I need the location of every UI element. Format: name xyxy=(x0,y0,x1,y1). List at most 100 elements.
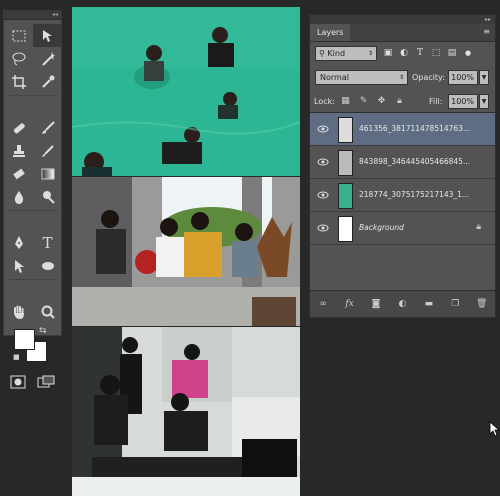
group-photo-image xyxy=(72,177,300,326)
mouse-cursor-icon xyxy=(489,421,500,437)
type-filter-icon[interactable]: T xyxy=(414,46,426,59)
panel-menu-icon[interactable]: ≡ xyxy=(483,27,490,36)
blend-row: Normal ⇕ Opacity: 100% ▼ xyxy=(310,66,495,90)
healing-brush-tool[interactable] xyxy=(4,116,33,139)
lock-icon[interactable]: 🔒︎ xyxy=(476,222,481,232)
tools-collapse-button[interactable]: ◂◂ xyxy=(4,11,61,20)
quick-mask-icon[interactable] xyxy=(10,375,26,389)
bandage-icon xyxy=(13,122,25,133)
layer-name: Background xyxy=(359,223,404,232)
history-brush-tool[interactable] xyxy=(33,139,62,162)
eraser-tool[interactable] xyxy=(4,162,33,185)
eraser-icon xyxy=(12,168,25,179)
opacity-label: Opacity: xyxy=(412,73,445,82)
tab-layers[interactable]: Layers xyxy=(310,24,351,41)
filter-toggle-icon[interactable]: ● xyxy=(462,46,474,59)
lasso-icon xyxy=(12,52,25,65)
type-tool[interactable]: T xyxy=(33,231,62,254)
fill-input[interactable]: 100% xyxy=(448,94,478,109)
crop-tool[interactable] xyxy=(4,70,33,93)
mask-icon[interactable]: ◙ xyxy=(369,299,383,309)
layer-row[interactable]: 218774_3075175217143_1... xyxy=(310,179,495,212)
droplet-icon xyxy=(14,190,23,204)
smart-object-filter-icon[interactable]: ▤ xyxy=(446,46,458,59)
eye-icon[interactable] xyxy=(317,123,329,135)
new-layer-icon[interactable]: ❐ xyxy=(448,299,462,309)
layer-name: 461356_381711478514763... xyxy=(359,124,471,133)
eye-icon[interactable] xyxy=(317,156,329,168)
blend-mode-select[interactable]: Normal ⇕ xyxy=(315,70,408,85)
layers-footer: ∞ fx ◙ ◐ ▬ ❐ 🗑︎ xyxy=(310,290,495,317)
path-selection-tool[interactable] xyxy=(4,254,33,277)
stamp-icon xyxy=(12,144,25,157)
chevron-updown-icon: ⇕ xyxy=(367,50,373,57)
adjustment-icon[interactable]: ◐ xyxy=(395,299,409,309)
image-filter-icon[interactable]: ▣ xyxy=(382,46,394,59)
screen-mode-icon[interactable] xyxy=(37,375,55,389)
canvas-photo-swimming xyxy=(72,7,300,176)
fill-dropdown-icon[interactable]: ▼ xyxy=(479,94,489,109)
layer-row[interactable]: 843898_346445405466845... xyxy=(310,146,495,179)
layers-collapse-button[interactable]: ▸▸ xyxy=(310,15,495,24)
layer-row[interactable]: 461356_381711478514763... xyxy=(310,113,495,146)
layer-thumbnail xyxy=(338,216,353,242)
eye-icon[interactable] xyxy=(317,222,329,234)
rectangular-marquee-tool[interactable] xyxy=(4,24,33,47)
color-swatches: ⇆ ■ xyxy=(4,323,61,369)
tools-divider xyxy=(8,279,58,284)
lock-pixels-icon[interactable]: ✎ xyxy=(358,94,369,107)
shape-filter-icon[interactable]: ⬚ xyxy=(430,46,442,59)
dodge-icon xyxy=(42,190,55,204)
move-icon xyxy=(42,29,52,42)
layer-thumbnail xyxy=(338,183,353,209)
adjustment-filter-icon[interactable]: ◐ xyxy=(398,46,410,59)
layer-thumbnail xyxy=(338,117,353,143)
eyedropper-tool[interactable] xyxy=(33,70,62,93)
brush-tool[interactable] xyxy=(33,116,62,139)
layer-list: 461356_381711478514763... 843898_3464454… xyxy=(310,112,495,293)
lock-row: Lock: ▦ ✎ ✥ 🔒︎ Fill: 100% ▼ xyxy=(310,90,495,114)
lock-transparent-icon[interactable]: ▦ xyxy=(340,94,351,107)
tools-divider xyxy=(8,210,58,215)
kind-filter-select[interactable]: ⚲ Kind ⇕ xyxy=(315,46,377,61)
move-tool[interactable] xyxy=(33,24,62,47)
canvas-photo-group xyxy=(72,177,300,326)
folder-icon[interactable]: ▬ xyxy=(422,299,436,309)
ellipse-tool[interactable] xyxy=(33,254,62,277)
layer-row[interactable]: Background 🔒︎ xyxy=(310,212,495,245)
opacity-input[interactable]: 100% xyxy=(448,70,478,85)
pen-tool[interactable] xyxy=(4,231,33,254)
zoom-icon xyxy=(41,305,55,319)
blur-tool[interactable] xyxy=(4,185,33,208)
eye-icon[interactable] xyxy=(317,189,329,201)
trash-icon[interactable]: 🗑︎ xyxy=(475,299,489,309)
magic-wand-tool[interactable] xyxy=(33,47,62,70)
dodge-tool[interactable] xyxy=(33,185,62,208)
gradient-tool[interactable] xyxy=(33,162,62,185)
lasso-tool[interactable] xyxy=(4,47,33,70)
zoom-tool[interactable] xyxy=(33,300,62,323)
fill-label: Fill: xyxy=(429,97,443,106)
blend-mode-value: Normal xyxy=(320,73,349,82)
layer-name: 843898_346445405466845... xyxy=(359,157,471,166)
hand-tool[interactable] xyxy=(4,300,33,323)
link-icon[interactable]: ∞ xyxy=(316,299,330,309)
type-icon: T xyxy=(42,233,53,252)
layers-panel: ▸▸ Layers ≡ ⚲ Kind ⇕ ▣ ◐ T ⬚ ▤ ● Normal … xyxy=(309,14,496,318)
default-colors-icon[interactable]: ■ xyxy=(13,353,20,361)
marquee-icon xyxy=(12,30,25,41)
fx-icon[interactable]: fx xyxy=(343,299,357,309)
swap-colors-icon[interactable]: ⇆ xyxy=(39,326,47,336)
room-photo-image xyxy=(72,327,300,496)
opacity-dropdown-icon[interactable]: ▼ xyxy=(479,70,489,85)
gradient-icon xyxy=(41,168,54,179)
tools-panel: ◂◂ T ⇆ ■ xyxy=(3,10,62,389)
lock-position-icon[interactable]: ✥ xyxy=(376,94,387,107)
crop-icon xyxy=(11,74,26,89)
lock-all-icon[interactable]: 🔒︎ xyxy=(394,94,405,107)
clone-stamp-tool[interactable] xyxy=(4,139,33,162)
path-selection-icon xyxy=(14,259,24,273)
tools-divider xyxy=(8,95,58,100)
foreground-color-swatch[interactable] xyxy=(14,329,35,350)
canvas-photo-room xyxy=(72,327,300,496)
